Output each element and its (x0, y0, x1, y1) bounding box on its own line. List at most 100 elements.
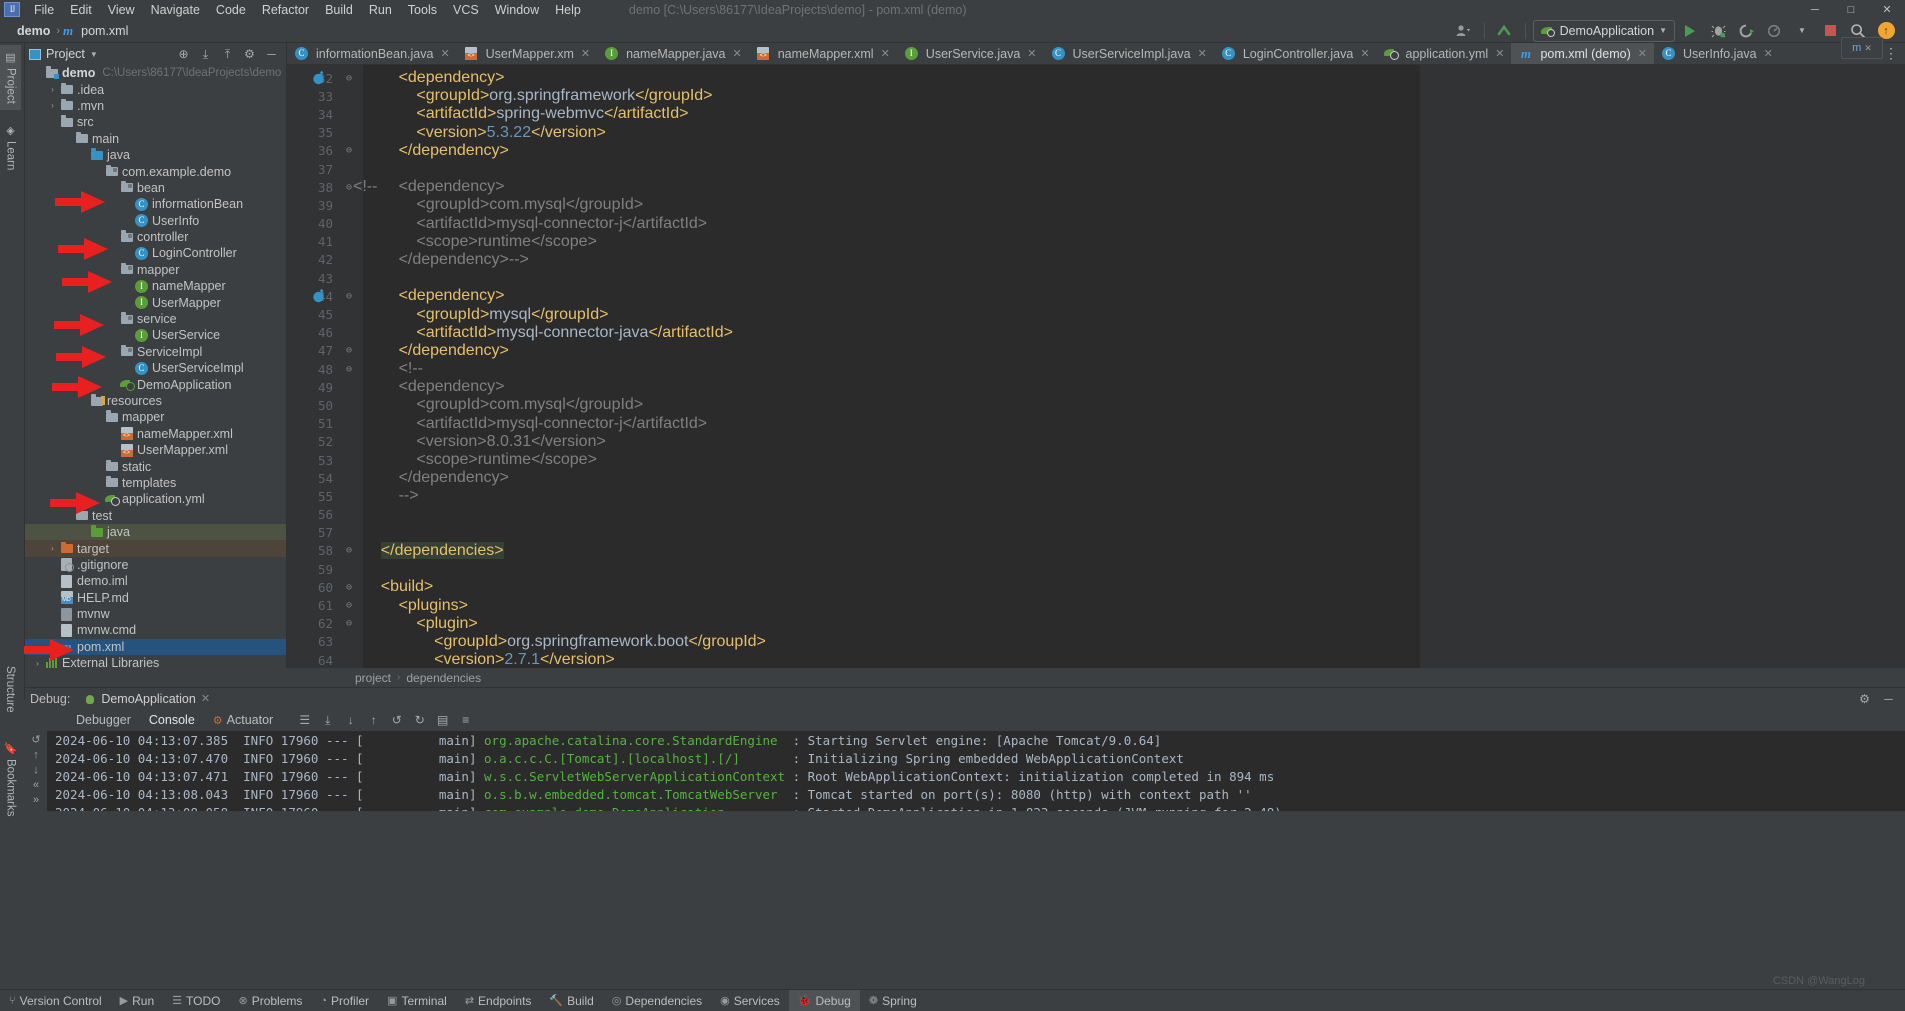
close-icon[interactable]: ✕ (1198, 47, 1207, 60)
gear-icon[interactable]: ⚙ (239, 44, 260, 64)
code-fold-icon[interactable]: ⊖ (343, 618, 355, 629)
status-bar-debug[interactable]: 🐞 Debug (789, 990, 860, 1011)
scroll-to-end-icon[interactable]: ⤓ (317, 711, 338, 730)
expand-chevron-icon[interactable]: ⱟ (76, 397, 89, 406)
expand-chevron-icon[interactable]: ⱟ (61, 511, 74, 520)
menu-file[interactable]: File (26, 2, 62, 18)
soft-wrap-icon[interactable]: ☰ (294, 711, 315, 730)
expand-chevron-icon[interactable]: ⱟ (106, 233, 119, 242)
project-tree[interactable]: ⱟ demo C:\Users\86177\IdeaProjects\demo › .i… (25, 65, 286, 668)
expand-chevron-icon[interactable]: ⱟ (106, 265, 119, 274)
tree-item-com-example-demo[interactable]: ⱟ com.example.demo (25, 163, 286, 179)
collapse-all-icon[interactable]: ⤒ (217, 44, 238, 64)
expand-all-icon[interactable]: ⤓ (195, 44, 216, 64)
hide-icon[interactable]: ─ (261, 44, 282, 64)
menu-window[interactable]: Window (487, 2, 547, 18)
tree-item-mapper[interactable]: ⱟ mapper (25, 262, 286, 278)
gear-icon[interactable]: ⚙ (1854, 689, 1875, 709)
menu-help[interactable]: Help (547, 2, 589, 18)
close-icon[interactable]: ✕ (881, 47, 890, 60)
tree-item-help-md[interactable]: HELP.md (25, 590, 286, 606)
status-bar-services[interactable]: ◉ Services (711, 990, 789, 1011)
status-bar-run[interactable]: ▶ Run (111, 990, 163, 1011)
tree-item-usermapper[interactable]: I UserMapper (25, 294, 286, 310)
expand-chevron-icon[interactable]: ⱟ (46, 118, 59, 127)
next-icon[interactable]: » (33, 794, 39, 806)
tree-item-controller[interactable]: ⱟ controller (25, 229, 286, 245)
menu-build[interactable]: Build (317, 2, 361, 18)
tree-item-userservice[interactable]: I UserService (25, 327, 286, 343)
close-icon[interactable]: ✕ (440, 47, 449, 60)
down-icon[interactable]: ↓ (340, 711, 361, 730)
menu-navigate[interactable]: Navigate (143, 2, 208, 18)
tree-item-namemapper[interactable]: InameMapper (25, 278, 286, 294)
editor-tab-userserviceimpl-java[interactable]: C UserServiceImpl.java ✕ (1044, 43, 1214, 64)
tree-item-pom-xml[interactable]: m pom.xml (25, 639, 286, 655)
status-bar-endpoints[interactable]: ⇄ Endpoints (456, 990, 541, 1011)
code-fold-icon[interactable]: ⊖ (343, 545, 355, 556)
code-fold-icon[interactable]: ⊖ (343, 364, 355, 375)
tree-item-informationbean[interactable]: CinformationBean (25, 196, 286, 212)
tree-item-userserviceimpl[interactable]: C UserServiceImpl (25, 360, 286, 376)
expand-chevron-icon[interactable]: › (46, 544, 59, 553)
sidebar-item-structure[interactable]: Structure (0, 660, 20, 719)
status-bar-profiler[interactable]: ◔ Profiler (311, 990, 378, 1011)
tab-debugger[interactable]: Debugger (67, 711, 140, 729)
menu-view[interactable]: View (100, 2, 143, 18)
tree-item-java[interactable]: ⱟ java (25, 524, 286, 540)
tree-item-resources[interactable]: ⱟ resources (25, 393, 286, 409)
code-fold-icon[interactable]: ⊖ (343, 600, 355, 611)
prev-icon[interactable]: « (33, 779, 39, 791)
menu-refactor[interactable]: Refactor (254, 2, 317, 18)
console-output[interactable]: 2024-06-10 04:13:07.385 INFO 17960 --- [… (47, 731, 1905, 811)
wrap-icon[interactable]: ≡ (455, 711, 476, 730)
run-button[interactable] (1677, 20, 1703, 42)
code-fold-icon[interactable]: ⊖ (343, 345, 355, 356)
tab-actuator[interactable]: ⚙ Actuator (204, 711, 282, 729)
tree-item-test[interactable]: ⱟ test (25, 508, 286, 524)
sidebar-item-project[interactable]: ▤ Project (0, 45, 21, 110)
expand-chevron-icon[interactable]: ⱟ (31, 69, 44, 78)
tree-item-userinfo[interactable]: C UserInfo (25, 213, 286, 229)
tree-item-src[interactable]: ⱟ src (25, 114, 286, 130)
breadcrumb-file[interactable]: pom.xml (78, 23, 131, 39)
tree-item-namemapper-xml[interactable]: nameMapper.xml (25, 426, 286, 442)
print-icon[interactable]: ▤ (432, 711, 453, 730)
restart-icon[interactable]: ↺ (386, 711, 407, 730)
sidebar-item-bookmarks[interactable]: 🔖 Bookmarks (0, 736, 21, 823)
rerun-icon[interactable]: ↺ (31, 733, 40, 746)
expand-chevron-icon[interactable]: › (46, 85, 59, 94)
editor-tab-application-yml[interactable]: application.yml ✕ (1377, 43, 1512, 64)
code-editor[interactable]: 32 ⊖ <dependency> 33 <groupId>org.springfr… (287, 65, 1905, 668)
sidebar-item-learn[interactable]: ◈ Learn (0, 118, 21, 176)
updates-icon[interactable] (1492, 20, 1518, 42)
close-icon[interactable]: ✕ (1864, 43, 1872, 54)
status-bar-todo[interactable]: ☰ TODO (163, 990, 229, 1011)
status-bar-terminal[interactable]: ▣ Terminal (378, 990, 456, 1011)
locate-icon[interactable]: ⊕ (173, 44, 194, 64)
maven-reload-icon[interactable] (312, 71, 326, 85)
tree-item-demo[interactable]: ⱟ demo C:\Users\86177\IdeaProjects\demo (25, 65, 286, 81)
code-fold-icon[interactable]: ⊖ (343, 73, 355, 84)
expand-chevron-icon[interactable]: ⱟ (61, 134, 74, 143)
tree-item-external-libraries[interactable]: › External Libraries (25, 655, 286, 668)
up-icon[interactable]: ↑ (363, 711, 384, 730)
stop-button[interactable] (1817, 20, 1843, 42)
status-bar-spring[interactable]: ❁ Spring (860, 990, 926, 1011)
tab-console[interactable]: Console (140, 711, 204, 729)
expand-chevron-icon[interactable]: › (31, 659, 44, 668)
code-fold-icon[interactable]: ⊖ (343, 582, 355, 593)
breadcrumb-project[interactable]: demo (14, 23, 53, 39)
tree-item-templates[interactable]: templates (25, 475, 286, 491)
tree-item--idea[interactable]: › .idea (25, 81, 286, 97)
tree-item-application-yml[interactable]: application.yml (25, 491, 286, 507)
maximize-button[interactable]: □ (1833, 0, 1869, 19)
tree-item--mvn[interactable]: › .mvn (25, 98, 286, 114)
close-icon[interactable]: ✕ (201, 692, 210, 705)
status-bar-build[interactable]: 🔨 Build (540, 990, 602, 1011)
profiler-button[interactable] (1761, 20, 1787, 42)
editor-tab-logincontroller-java[interactable]: C LoginController.java ✕ (1214, 43, 1377, 64)
editor-tab-namemapper-java[interactable]: InameMapper.java ✕ (597, 43, 749, 64)
expand-chevron-icon[interactable]: ⱟ (106, 347, 119, 356)
up-icon[interactable]: ↑ (33, 749, 39, 761)
